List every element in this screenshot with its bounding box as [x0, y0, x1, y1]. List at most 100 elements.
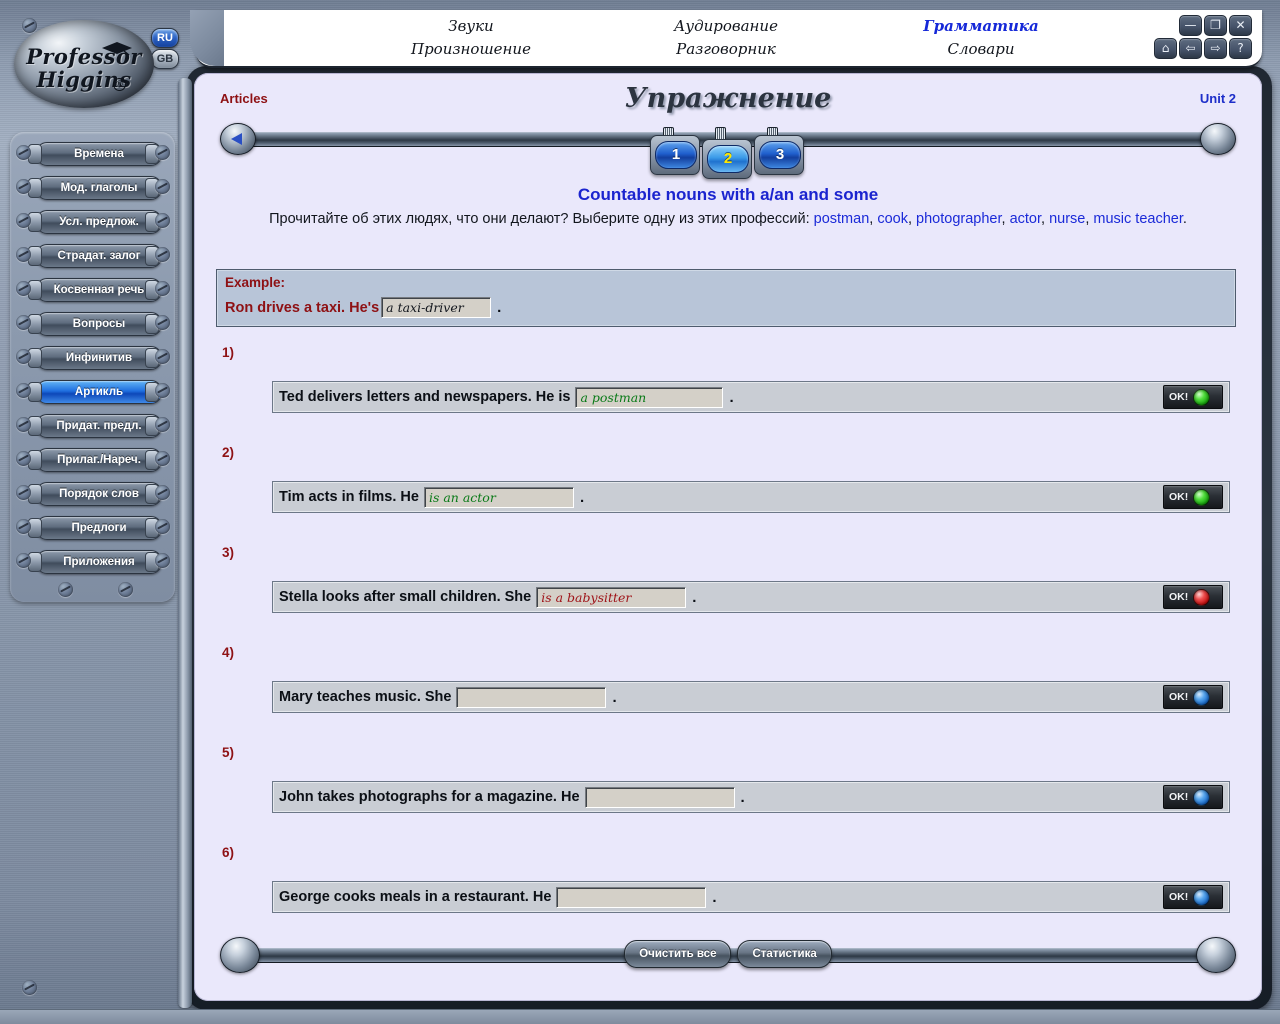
sidebar-item-приложения[interactable]: Приложения: [36, 550, 162, 574]
screw-decoration: [16, 145, 31, 160]
check-answer-button[interactable]: OK!: [1163, 785, 1223, 809]
sidebar-item-инфинитив[interactable]: Инфинитив: [36, 346, 162, 370]
answer-input[interactable]: [556, 886, 707, 908]
instruction-end: .: [1182, 211, 1187, 227]
sidebar-item-предлоги[interactable]: Предлоги: [36, 516, 162, 540]
screw-decoration: [155, 451, 170, 466]
app-logo: Professor Higgins ®: [8, 16, 158, 116]
screw-decoration: [155, 213, 170, 228]
screw-decoration: [155, 383, 170, 398]
screw-decoration: [16, 281, 31, 296]
answer-input[interactable]: is a babysitter: [536, 586, 687, 608]
close-icon[interactable]: ✕: [1229, 15, 1252, 36]
menu-item-phrasebook[interactable]: Разговорник: [601, 40, 851, 58]
home-icon[interactable]: ⌂: [1154, 38, 1177, 59]
bottom-rail: Очистить все Статистика: [220, 937, 1236, 973]
ok-button-label: OK!: [1169, 391, 1189, 403]
menu-items: Звуки Аудирование Грамматика Произношени…: [346, 15, 1106, 63]
scrollbar-track[interactable]: [178, 78, 192, 1008]
item-number: 5): [222, 745, 235, 760]
sidebar-item-прилаг-нареч[interactable]: Прилаг./Нареч.: [36, 448, 162, 472]
screw-decoration: [155, 179, 170, 194]
status-indicator-blue: [1193, 888, 1211, 906]
pagination-tab-1[interactable]: 1: [655, 141, 697, 169]
sentence-period: .: [612, 688, 617, 706]
menu-item-sounds[interactable]: Звуки: [346, 17, 596, 35]
answer-input[interactable]: [584, 786, 735, 808]
screw-decoration: [16, 349, 31, 364]
logo-text-line1: Professor: [26, 44, 142, 69]
pagination-tab-holder: 2: [702, 139, 752, 179]
exercise-sentence: Tim acts in films. He is an actor.: [279, 486, 584, 508]
forward-icon[interactable]: ⇨: [1204, 38, 1227, 59]
screw-decoration: [16, 383, 31, 398]
screw-decoration: [16, 179, 31, 194]
menu-item-pronunciation[interactable]: Произношение: [346, 40, 596, 58]
help-icon[interactable]: ?: [1229, 38, 1252, 59]
instruction-prefix: Прочитайте об этих людях, что они делают…: [269, 211, 814, 227]
exercise-instruction: Прочитайте об этих людях, что они делают…: [269, 211, 1187, 227]
page-title: Упражнение: [624, 83, 832, 114]
exercise-sentence: John takes photographs for a magazine. H…: [279, 786, 745, 808]
statistics-button[interactable]: Статистика: [737, 940, 832, 968]
minimize-icon[interactable]: —: [1179, 15, 1202, 36]
check-answer-button[interactable]: OK!: [1163, 685, 1223, 709]
sentence-text-before: Tim acts in films. He: [279, 489, 419, 505]
status-indicator-blue: [1193, 688, 1211, 706]
content-panel: Articles Упражнение Unit 2 123 Countable…: [194, 73, 1262, 1001]
sidebar-item-порядок-слов[interactable]: Порядок слов: [36, 482, 162, 506]
answer-input[interactable]: is an actor: [423, 486, 574, 508]
exercise-sentence: Stella looks after small children. She is…: [279, 586, 696, 608]
pagination-tab-2[interactable]: 2: [707, 145, 749, 173]
sidebar-item-времена[interactable]: Времена: [36, 142, 162, 166]
item-number: 1): [222, 345, 235, 360]
screw-decoration: [16, 213, 31, 228]
ok-button-label: OK!: [1169, 691, 1189, 703]
item-number: 2): [222, 445, 235, 460]
menu-item-dictionaries[interactable]: Словари: [856, 40, 1106, 58]
sidebar-item-страдат-залог[interactable]: Страдат. залог: [36, 244, 162, 268]
restore-icon[interactable]: ❐: [1204, 15, 1227, 36]
clear-all-button[interactable]: Очистить все: [624, 940, 732, 968]
check-answer-button[interactable]: OK!: [1163, 385, 1223, 409]
exercise-row: Mary teaches music. She. OK!: [272, 681, 1230, 713]
screw-decoration: [155, 247, 170, 262]
menu-item-listening[interactable]: Аудирование: [601, 17, 851, 35]
status-indicator-green: [1193, 388, 1211, 406]
sidebar-item-придат-предл[interactable]: Придат. предл.: [36, 414, 162, 438]
sidebar-item-косвенная-речь[interactable]: Косвенная речь: [36, 278, 162, 302]
check-answer-button[interactable]: OK!: [1163, 485, 1223, 509]
screw-decoration: [16, 485, 31, 500]
graduation-cap-icon: [102, 42, 132, 56]
sidebar-item-мод-глаголы[interactable]: Мод. глаголы: [36, 176, 162, 200]
profession-word-photographer: photographer: [916, 211, 1002, 227]
sentence-text-before: Stella looks after small children. She: [279, 589, 532, 605]
profession-word-postman: postman: [813, 211, 870, 227]
sidebar-item-артикль[interactable]: Артикль: [36, 380, 162, 404]
pagination-tab-3[interactable]: 3: [759, 141, 801, 169]
profession-word-music-teacher: music teacher: [1093, 211, 1183, 227]
top-menu-bar: Звуки Аудирование Грамматика Произношени…: [190, 10, 1262, 68]
screw-decoration: [16, 315, 31, 330]
menu-item-grammar[interactable]: Грамматика: [856, 17, 1106, 35]
exercise-title: Countable nouns with a/an and some: [577, 185, 879, 204]
profession-word-nurse: nurse: [1049, 211, 1086, 227]
check-answer-button[interactable]: OK!: [1163, 585, 1223, 609]
answer-input[interactable]: [456, 686, 607, 708]
back-icon[interactable]: ⇦: [1179, 38, 1202, 59]
sidebar-item-усл-предлож[interactable]: Усл. предлож.: [36, 210, 162, 234]
content-frame: Articles Упражнение Unit 2 123 Countable…: [186, 66, 1272, 1010]
example-sentence: Ron drives a taxi. He's a taxi-driver .: [225, 297, 501, 318]
screw-decoration: [22, 980, 37, 995]
pagination-tabs: 123: [194, 135, 1262, 179]
answer-input[interactable]: a postman: [575, 386, 724, 408]
footer-buttons: Очистить все Статистика: [220, 937, 1236, 971]
screw-decoration: [155, 349, 170, 364]
screw-decoration: [16, 519, 31, 534]
check-answer-button[interactable]: OK!: [1163, 885, 1223, 909]
ok-button-label: OK!: [1169, 591, 1189, 603]
exercise-sentence: Ted delivers letters and newspapers. He …: [279, 386, 734, 408]
exercise-row: Stella looks after small children. She is…: [272, 581, 1230, 613]
sidebar-item-вопросы[interactable]: Вопросы: [36, 312, 162, 336]
menu-plate: Звуки Аудирование Грамматика Произношени…: [190, 10, 1262, 68]
